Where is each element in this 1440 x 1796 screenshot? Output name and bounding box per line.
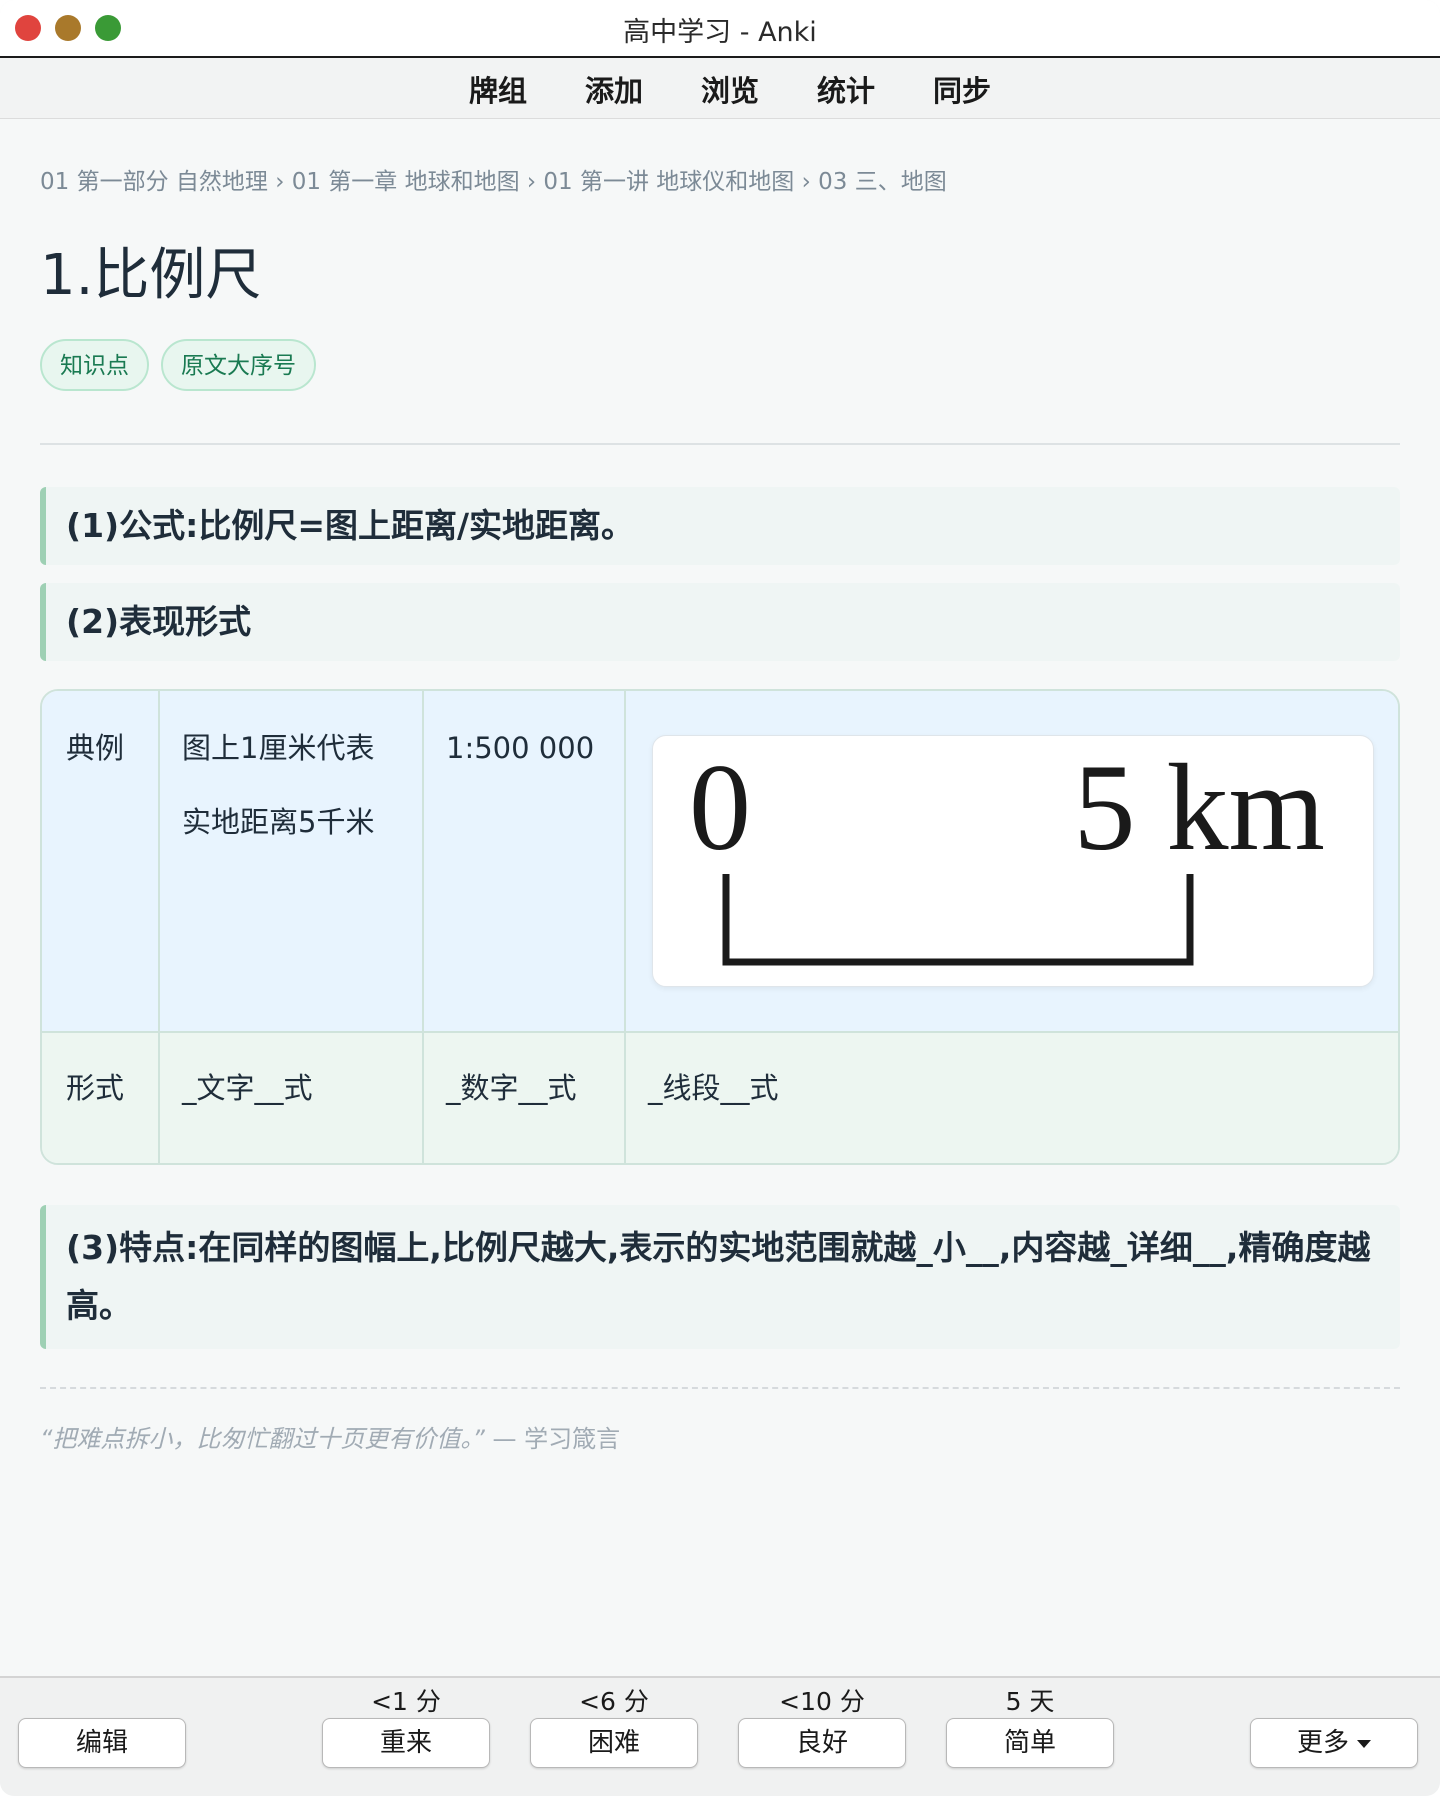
- review-bar: 编辑 <1 分 重来 <6 分 困难 <10 分 良好 5 天 简单 更多: [0, 1676, 1440, 1796]
- example-text-line1: 图上1厘米代表: [182, 731, 375, 765]
- good-interval: <10 分: [779, 1687, 865, 1716]
- easy-interval: 5 天: [1005, 1687, 1055, 1716]
- study-quote: “把难点拆小，比匆忙翻过十页更有价值。” — 学习箴言: [40, 1419, 1400, 1454]
- table-column-divider: [624, 691, 626, 1163]
- quote-divider: [40, 1387, 1400, 1389]
- scale-end-label: 5 km: [1074, 739, 1325, 876]
- form-numeric: _数字__式: [446, 1071, 577, 1105]
- scale-forms-table: 典例 图上1厘米代表 实地距离5千米 1:500 000 0 5 km 形式 _…: [40, 689, 1400, 1165]
- menu-browse[interactable]: 浏览: [672, 68, 788, 110]
- quote-source: — 学习箴言: [492, 1425, 621, 1453]
- window-title: 高中学习 - Anki: [623, 17, 817, 48]
- easy-button[interactable]: 简单: [946, 1718, 1114, 1768]
- form-line: _线段__式: [648, 1071, 779, 1105]
- menu-sync[interactable]: 同步: [904, 68, 1020, 110]
- example-text-line2: 实地距离5千米: [182, 805, 375, 839]
- scale-zero-label: 0: [689, 739, 751, 876]
- hard-button[interactable]: 困难: [530, 1718, 698, 1768]
- table-header-example: 典例: [66, 731, 125, 765]
- more-button-label: 更多: [1296, 1728, 1349, 1758]
- table-column-divider: [422, 691, 424, 1163]
- example-numeric-scale: 1:500 000: [446, 731, 595, 765]
- tag-original-number[interactable]: 原文大序号: [161, 339, 316, 391]
- edit-button[interactable]: 编辑: [18, 1718, 186, 1768]
- section-characteristics: (3)特点:在同样的图幅上,比例尺越大,表示的实地范围就越_小__,内容越_详细…: [40, 1205, 1400, 1349]
- tag-list: 知识点 原文大序号: [40, 339, 1400, 391]
- title-bar: 高中学习 - Anki: [0, 0, 1440, 58]
- card-title: 1.比例尺: [40, 243, 262, 308]
- scale-bar-line: [722, 874, 1194, 966]
- menu-stats[interactable]: 统计: [788, 68, 904, 110]
- again-button[interactable]: 重来: [322, 1718, 490, 1768]
- divider: [40, 443, 1400, 445]
- again-interval: <1 分: [371, 1687, 441, 1716]
- section-formula: (1)公式:比例尺=图上距离/实地距离。: [40, 487, 1400, 565]
- form-text: _文字__式: [182, 1071, 313, 1105]
- table-header-form: 形式: [66, 1071, 125, 1105]
- hard-interval: <6 分: [579, 1687, 649, 1716]
- anki-window: 高中学习 - Anki 牌组 添加 浏览 统计 同步 01 第一部分 自然地理 …: [0, 0, 1440, 1796]
- menu-add[interactable]: 添加: [556, 68, 672, 110]
- line-scale-image: 0 5 km: [652, 735, 1374, 987]
- tag-knowledge-point[interactable]: 知识点: [40, 339, 149, 391]
- menu-decks[interactable]: 牌组: [440, 68, 556, 110]
- breadcrumb: 01 第一部分 自然地理 › 01 第一章 地球和地图 › 01 第一讲 地球仪…: [40, 169, 947, 195]
- top-toolbar: 牌组 添加 浏览 统计 同步: [0, 58, 1440, 119]
- card-content: 01 第一部分 自然地理 › 01 第一章 地球和地图 › 01 第一讲 地球仪…: [40, 118, 1400, 1454]
- section-forms-heading: (2)表现形式: [40, 583, 1400, 661]
- good-button[interactable]: 良好: [738, 1718, 906, 1768]
- more-button[interactable]: 更多: [1250, 1718, 1418, 1768]
- caret-down-icon: [1357, 1739, 1371, 1748]
- table-column-divider: [158, 691, 160, 1163]
- quote-text: “把难点拆小，比匆忙翻过十页更有价值。”: [40, 1425, 485, 1453]
